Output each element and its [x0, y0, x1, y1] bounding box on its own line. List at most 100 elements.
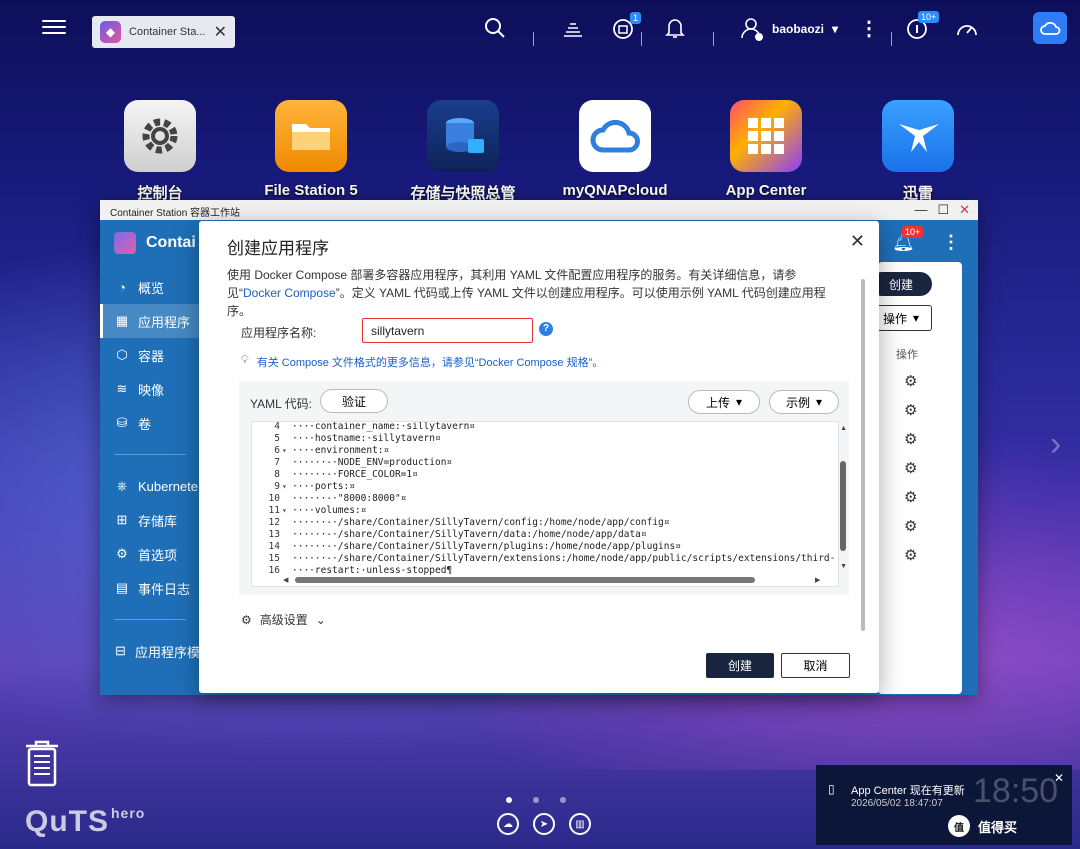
example-dropdown[interactable]: 示例 ▾ [769, 390, 839, 414]
stack-icon[interactable] [559, 14, 587, 42]
app-name: Contai [146, 234, 196, 251]
gear-icon[interactable]: ⚙ [904, 459, 917, 477]
dock-compass-icon[interactable]: ➤ [533, 813, 555, 835]
dialog-scrollbar[interactable] [861, 279, 865, 631]
more-icon[interactable]: ⋮ [942, 232, 960, 253]
minimize-icon[interactable]: — [914, 202, 927, 218]
code-text: ······-·"8000:8000"¤ [292, 493, 407, 504]
code-line: 10 ······-·"8000:8000"¤ [252, 493, 832, 505]
scroll-down-arrow[interactable]: ▼ [840, 563, 847, 570]
lightbulb-icon: 💡︎ [241, 354, 249, 366]
yaml-label: YAML 代码: [250, 397, 313, 411]
page-dot[interactable] [506, 797, 512, 803]
sidebar-item-preferences[interactable]: ⚙ 首选项 [100, 537, 200, 571]
action-label: 操作 [882, 311, 907, 326]
code-text: ······-·NODE_ENV=production¤ [292, 457, 453, 468]
cloud-button[interactable] [1033, 12, 1067, 44]
sidebar-item-label: Kubernete [138, 478, 198, 494]
desktop-icon-app-center[interactable]: App Center [711, 100, 821, 199]
dock-tiles-icon[interactable]: ▥ [569, 813, 591, 835]
fold-arrow-icon[interactable]: ▾ [282, 481, 287, 493]
fold-arrow-icon[interactable]: ▾ [282, 445, 287, 457]
storage-icon [427, 100, 499, 172]
bell-badge: 10+ [902, 226, 924, 238]
scroll-left-arrow[interactable]: ◀ [283, 576, 288, 584]
create-application-dialog: 创建应用程序 ✕ 使用 Docker Compose 部署多容器应用程序，其利用… [199, 221, 879, 693]
sidebar-item-label: 卷 [138, 416, 152, 432]
page-dot[interactable] [560, 797, 566, 803]
sidebar-item-overview[interactable]: ◔ 概览 [100, 270, 200, 304]
close-window-icon[interactable]: ✕ [959, 202, 970, 218]
scroll-right-arrow[interactable]: ▶ [815, 576, 820, 584]
gear-icon[interactable]: ⚙ [904, 546, 917, 564]
chevron-down-icon: ▾ [912, 311, 920, 325]
sidebar-item-registry[interactable]: ⊞ 存储库 [100, 503, 200, 537]
create-app-button[interactable]: 创建 [870, 272, 932, 296]
horizontal-scrollbar[interactable] [295, 577, 755, 583]
window-titlebar[interactable]: Container Station 容器工作站 — ☐ ✕ [100, 200, 978, 220]
sidebar: ◔ 概览 ▦ 应用程序 ⬡ 容器 ≋ 映像 ⛁ 卷 ⎈ Kubernete ⊞ 存储库 ⚙ 首选… [100, 270, 200, 668]
gear-icon[interactable]: ⚙ [904, 401, 917, 419]
maximize-icon[interactable]: ☐ [937, 202, 949, 218]
next-page-chevron-icon[interactable]: › [1050, 425, 1061, 464]
user-menu[interactable]: baobaozi ▾ [740, 16, 838, 42]
sidebar-item-containers[interactable]: ⬡ 容器 [100, 338, 200, 372]
desktop-icon-storage[interactable]: 存储与快照总管 [408, 100, 518, 203]
desktop-icon-label: File Station 5 [264, 182, 358, 199]
compose-hint: 💡︎ 有关 Compose 文件格式的更多信息，请参见“Docker Compo… [241, 354, 603, 370]
tab-container-station[interactable]: ◆ Container Sta... ✕ [92, 16, 235, 48]
gear-icon[interactable]: ⚙ [904, 517, 917, 535]
code-text: ····volumes:¤ [292, 505, 367, 516]
desktop-icon-control-panel[interactable]: 控制台 [105, 100, 215, 203]
scroll-up-arrow[interactable]: ▲ [840, 425, 847, 432]
dialog-title: 创建应用程序 [227, 239, 329, 258]
trash-icon[interactable] [22, 738, 62, 788]
gear-icon [124, 100, 196, 172]
docker-compose-link[interactable]: Docker Compose [243, 286, 336, 300]
code-text: ······-·/share/Container/SillyTavern/con… [292, 517, 670, 528]
cancel-button[interactable]: 取消 [781, 653, 850, 678]
validate-button[interactable]: 验证 [320, 389, 388, 413]
bell-icon[interactable] [661, 14, 689, 42]
more-icon[interactable]: ⋮ [855, 14, 883, 42]
compose-spec-link[interactable]: 有关 Compose 文件格式的更多信息，请参见“Docker Compose … [257, 354, 604, 370]
upload-dropdown[interactable]: 上传 ▾ [688, 390, 760, 414]
sidebar-item-volumes[interactable]: ⛁ 卷 [100, 406, 200, 440]
line-number: 14 [268, 541, 280, 552]
sidebar-item-event-log[interactable]: ▤ 事件日志 [100, 571, 200, 605]
page-dot[interactable] [533, 797, 539, 803]
sidebar-item-app-templates[interactable]: ⊟ 应用程序模 [100, 634, 200, 668]
desktop-icon-myqnapcloud[interactable]: myQNAPcloud [560, 100, 670, 199]
menu-icon[interactable] [42, 16, 66, 40]
advanced-settings-toggle[interactable]: ⚙ 高级设置 ⌄ [241, 611, 326, 628]
dashboard-gauge-icon[interactable] [953, 14, 981, 42]
close-icon[interactable]: ✕ [850, 231, 865, 252]
yaml-code-editor[interactable]: 4 ····container_name:·sillytavern¤ 5 ····ho… [251, 421, 839, 587]
help-icon[interactable]: ? [539, 322, 553, 336]
chevron-down-icon: ▾ [815, 395, 823, 409]
vertical-scrollbar[interactable] [840, 461, 846, 551]
gear-icon[interactable]: ⚙ [904, 372, 917, 390]
create-button[interactable]: 创建 [706, 653, 774, 678]
code-line: 5 ····hostname:·sillytavern¤ [252, 433, 832, 445]
code-text: ····hostname:·sillytavern¤ [292, 433, 441, 444]
desktop-icon-file-station[interactable]: File Station 5 [256, 100, 366, 199]
gear-icon[interactable]: ⚙ [904, 430, 917, 448]
gear-icon[interactable]: ⚙ [904, 488, 917, 506]
action-dropdown[interactable]: 操作 ▾ [870, 305, 932, 331]
search-icon[interactable] [481, 14, 509, 42]
dock-cloud-icon[interactable]: ☁ [497, 813, 519, 835]
app-name-input[interactable] [362, 318, 533, 343]
page-indicator [506, 797, 566, 803]
desktop-icon-xunlei[interactable]: 迅雷 [863, 100, 973, 203]
sidebar-item-applications[interactable]: ▦ 应用程序 [100, 304, 200, 338]
fold-arrow-icon[interactable]: ▾ [282, 505, 287, 517]
sidebar-item-kubernetes[interactable]: ⎈ Kubernete [100, 469, 200, 503]
repo-icon: ⊞ [116, 512, 128, 527]
close-tab-icon[interactable]: ✕ [214, 22, 227, 42]
action-column-header: 操作 [896, 349, 918, 361]
line-number: 13 [268, 529, 280, 540]
sidebar-item-images[interactable]: ≋ 映像 [100, 372, 200, 406]
tasks-badge: 1 [630, 12, 642, 24]
sidebar-item-label: 概览 [138, 280, 165, 296]
